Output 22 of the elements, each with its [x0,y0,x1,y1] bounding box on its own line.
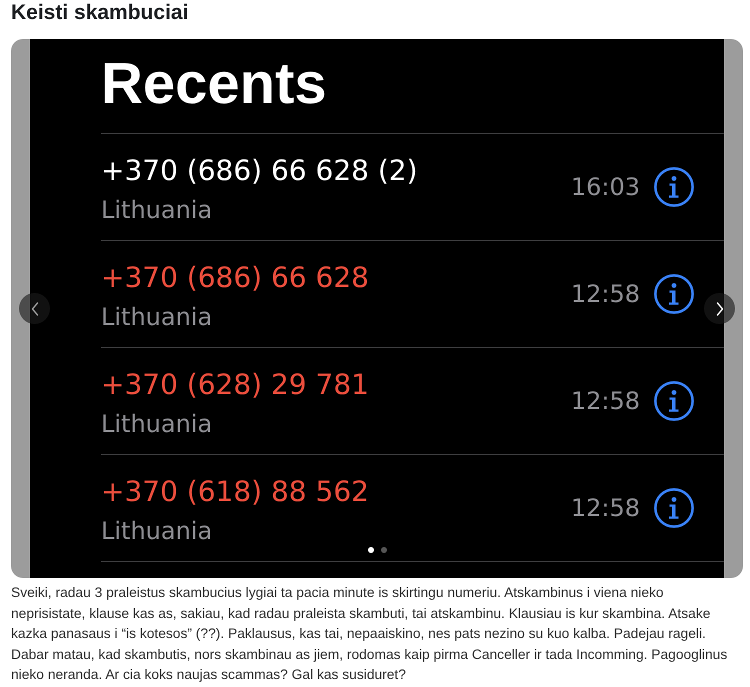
phone-number: +370 (686) 66 628 [101,261,369,295]
phone-number: +370 (618) 88 562 [101,475,369,509]
info-icon [654,167,694,207]
call-location: Lithuania [101,195,212,225]
call-location: Lithuania [101,302,212,332]
post-text: Sveiki, radau 3 praleistus skambucius lygiai ta pacia minute is skirtingu numeriu. Atskambinus i viena nieko neprisistate, klause kas as, sakiau, kad radau praleista skambuti, tai atskambinu. Klausiau is kur skambina. Atsake kazka panasaus i “is kotesos” (??). Paklausus, kas tai, nepaaiskino, nes pats nezino su kuo kalba. Padejau rageli. Dabar matau, kad skambutis, nors skambinau as jiem, rodomas kaip pirma Canceller ir tada Incomming. Pagooglinus nieko neranda. Ar cia koks naujas scammas? Gal kas susiduret? [11,584,728,684]
info-icon [654,381,694,421]
chevron-right-icon [716,302,724,316]
info-icon [654,488,694,528]
post-title: Keisti skambuciai [11,0,190,26]
call-time: 12:58 [570,386,640,416]
info-icon [654,274,694,314]
call-time: 16:03 [570,172,640,202]
call-location: Lithuania [101,409,212,439]
call-location: Lithuania [101,516,212,546]
phone-number: +370 (686) 66 628 (2) [101,154,418,188]
phone-number: +370 (628) 29 781 [101,368,369,402]
screen-title: Recents [101,55,327,113]
call-time: 12:58 [570,493,640,523]
next-button[interactable] [704,293,735,324]
chevron-left-icon [30,302,38,316]
call-time: 12:58 [570,279,640,309]
